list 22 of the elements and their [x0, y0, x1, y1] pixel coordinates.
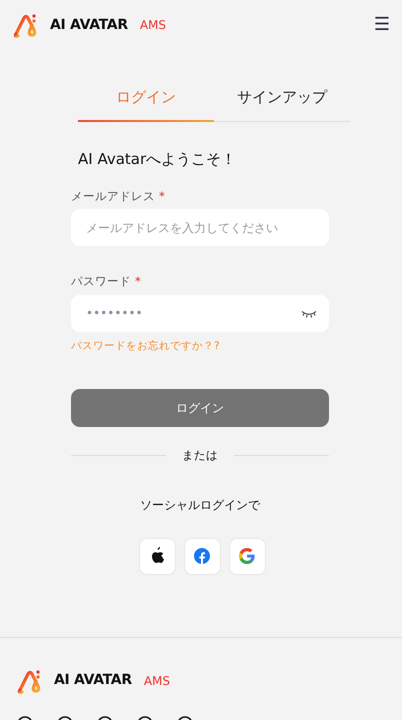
email-field[interactable]: メールアドレスを入力してください: [71, 209, 329, 246]
google-icon: [239, 548, 255, 564]
menu-button[interactable]: ☰: [374, 16, 390, 34]
brand-name: AI AVATAR: [54, 671, 132, 690]
apple-login-button[interactable]: [138, 538, 176, 575]
divider-text: または: [181, 446, 219, 464]
field-label: メールアドレス: [71, 189, 155, 203]
social-login-label: ソーシャルログインで: [140, 498, 260, 512]
closed-eye-icon[interactable]: [301, 310, 317, 318]
apple-icon: [149, 547, 165, 566]
required-mark: *: [159, 189, 165, 203]
welcome-heading: AI Avatarへようこそ！: [78, 148, 238, 170]
required-mark: *: [135, 274, 141, 288]
brand-tag: AMS: [144, 672, 170, 690]
google-login-button[interactable]: [228, 538, 266, 575]
tab[interactable]: サインアップ: [214, 86, 350, 120]
password-field[interactable]: ••••••••: [71, 294, 329, 332]
brand-tag: AMS: [140, 16, 166, 34]
brand-name: AI AVATAR: [50, 16, 128, 34]
tab[interactable]: ログイン: [78, 86, 214, 120]
field-label: パスワード: [71, 274, 131, 288]
facebook-login-button[interactable]: [184, 538, 220, 575]
